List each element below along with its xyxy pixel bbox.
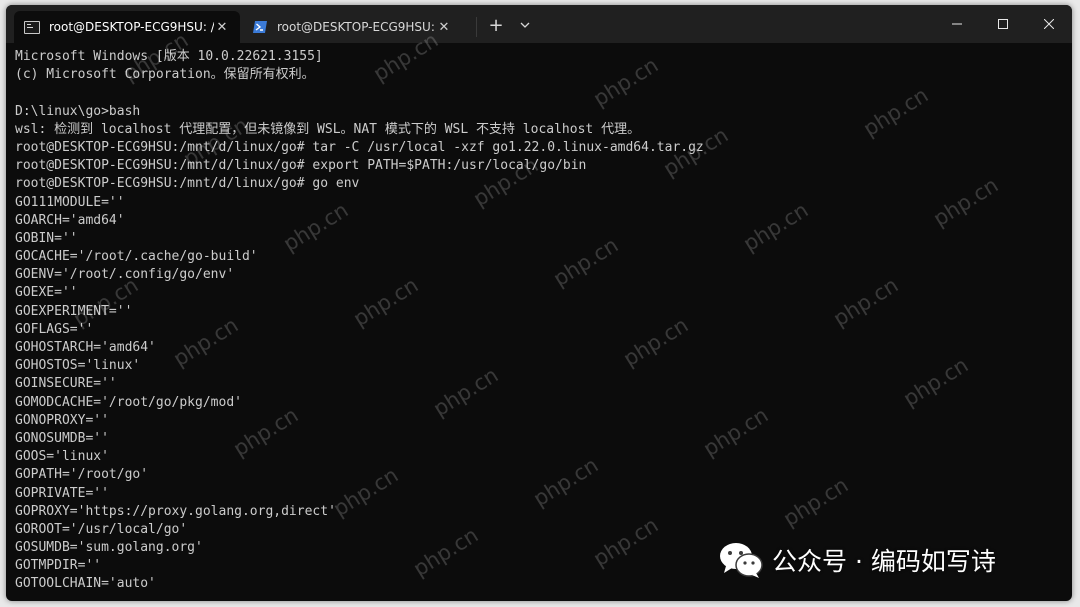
tab-title: root@DESKTOP-ECG9HSU: /mnt/d/linux/go bbox=[49, 20, 214, 34]
terminal-line: GOHOSTOS='linux' bbox=[15, 358, 141, 374]
terminal-line: GOFLAGS='' bbox=[15, 321, 94, 337]
title-bar[interactable]: root@DESKTOP-ECG9HSU: /mnt/d/linux/go ✕ … bbox=[6, 5, 1072, 43]
maximize-icon bbox=[998, 19, 1008, 29]
tab-cmd[interactable]: root@DESKTOP-ECG9HSU: /mnt/d/linux/go ✕ bbox=[14, 11, 240, 43]
cmd-icon bbox=[24, 20, 40, 34]
terminal-line: GOOS='linux' bbox=[15, 449, 109, 465]
terminal-line: GOINSECURE='' bbox=[15, 376, 117, 392]
chevron-down-icon[interactable] bbox=[511, 11, 539, 39]
badge-label: 公众号 · 编码如写诗 bbox=[772, 547, 996, 576]
terminal-line: wsl: 检测到 localhost 代理配置，但未镜像到 WSL。NAT 模式… bbox=[15, 121, 641, 137]
terminal-line: GO111MODULE='' bbox=[15, 194, 125, 210]
terminal-line: D:\linux\go>bash bbox=[15, 103, 141, 119]
terminal-line: GOPATH='/root/go' bbox=[15, 467, 149, 483]
terminal-line: GOPRIVATE='' bbox=[15, 485, 109, 501]
terminal-line: GONOSUMDB='' bbox=[15, 430, 109, 446]
terminal-line: root@DESKTOP-ECG9HSU:/mnt/d/linux/go# ex… bbox=[15, 158, 587, 174]
terminal-line: (c) Microsoft Corporation。保留所有权利。 bbox=[15, 67, 315, 83]
terminal-line: GOARCH='amd64' bbox=[15, 212, 125, 228]
terminal-line: GOPROXY='https://proxy.golang.org,direct… bbox=[15, 503, 336, 519]
terminal-line: GOEXPERIMENT='' bbox=[15, 303, 133, 319]
maximize-button[interactable] bbox=[980, 5, 1026, 43]
terminal-line: GOHOSTARCH='amd64' bbox=[15, 340, 156, 355]
terminal-line: GONOPROXY='' bbox=[15, 412, 109, 428]
terminal-line: GOEXE='' bbox=[15, 285, 78, 301]
close-window-button[interactable] bbox=[1026, 5, 1072, 43]
terminal-window: root@DESKTOP-ECG9HSU: /mnt/d/linux/go ✕ … bbox=[6, 5, 1072, 601]
powershell-icon bbox=[253, 21, 267, 33]
close-tab-icon[interactable]: ✕ bbox=[214, 20, 230, 35]
terminal-line: GOENV='/root/.config/go/env' bbox=[15, 267, 235, 283]
tab-powershell[interactable]: root@DESKTOP-ECG9HSU: /mnt/d/linux/go ✕ bbox=[242, 11, 462, 43]
tab-title: root@DESKTOP-ECG9HSU: /mnt/d/linux/go bbox=[277, 20, 436, 34]
terminal-line: GOBIN='' bbox=[15, 230, 78, 246]
new-tab-button[interactable]: + bbox=[482, 11, 510, 39]
tab-divider bbox=[476, 17, 477, 37]
scrollbar[interactable] bbox=[1065, 49, 1069, 597]
wechat-account-badge: 公众号 · 编码如写诗 bbox=[718, 540, 996, 580]
wechat-icon bbox=[720, 543, 763, 578]
terminal-line: GOROOT='/usr/local/go' bbox=[15, 521, 188, 537]
terminal-line: Microsoft Windows [版本 10.0.22621.3155] bbox=[15, 49, 323, 64]
terminal-line: GOCACHE='/root/.cache/go-build' bbox=[15, 249, 258, 265]
terminal-line: root@DESKTOP-ECG9HSU:/mnt/d/linux/go# go… bbox=[15, 176, 360, 192]
minimize-icon bbox=[952, 23, 962, 25]
close-icon bbox=[1044, 19, 1054, 29]
terminal-line: root@DESKTOP-ECG9HSU:/mnt/d/linux/go# ta… bbox=[15, 139, 704, 155]
terminal-line: GOMODCACHE='/root/go/pkg/mod' bbox=[15, 394, 242, 410]
close-tab-icon[interactable]: ✕ bbox=[436, 20, 452, 35]
terminal-output[interactable]: Microsoft Windows [版本 10.0.22621.3155] (c… bbox=[15, 48, 1055, 596]
minimize-button[interactable] bbox=[934, 5, 980, 43]
